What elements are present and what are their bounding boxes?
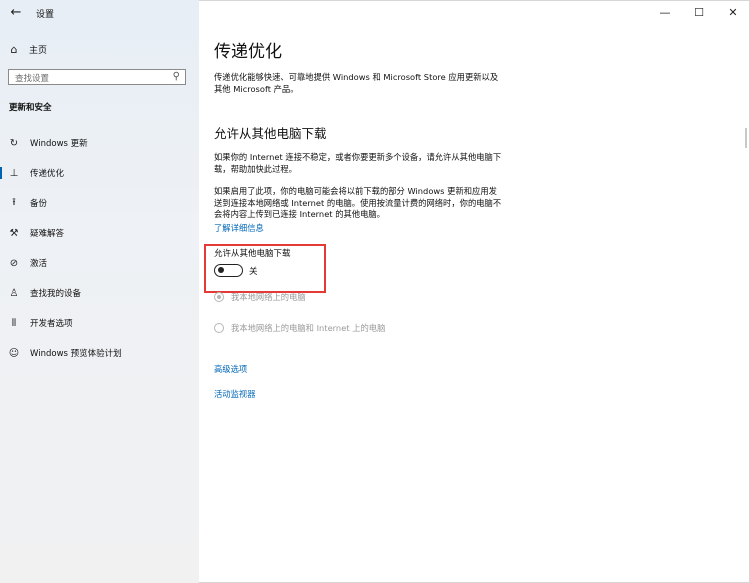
backup-icon: ⭱ bbox=[12, 196, 16, 208]
sidebar-item-delivery-optimization[interactable]: ⊥ 传递优化 bbox=[0, 162, 199, 184]
allow-downloads-toggle[interactable] bbox=[214, 264, 243, 277]
sidebar-item-label: 疑难解答 bbox=[30, 229, 65, 239]
sidebar-item-label: 查找我的设备 bbox=[30, 289, 82, 299]
sidebar-item-insider[interactable]: ☺ Windows 预览体验计划 bbox=[0, 342, 199, 364]
main-content: 传递优化 传递优化能够快速、可靠地提供 Windows 和 Microsoft … bbox=[199, 0, 750, 583]
sidebar-item-activation[interactable]: ⊘ 激活 bbox=[0, 252, 199, 274]
radio-button[interactable] bbox=[214, 323, 224, 333]
nav-home[interactable]: ⌂ 主页 bbox=[7, 41, 48, 57]
sidebar-item-label: 备份 bbox=[30, 199, 48, 209]
developer-icon: ⫴ bbox=[11, 317, 17, 329]
toggle-label: 允许从其他电脑下载 bbox=[214, 249, 291, 259]
radio-label: 我本地网络上的电脑和 Internet 上的电脑 bbox=[231, 323, 386, 333]
back-arrow-icon[interactable]: ← bbox=[8, 5, 24, 21]
sidebar: ← 设置 ⌂ 主页 查找设置 ⚲ 更新和安全 ↻ Windows 更新 ⊥ 传递… bbox=[0, 0, 199, 583]
sidebar-item-label: Windows 预览体验计划 bbox=[30, 349, 122, 359]
sidebar-item-backup[interactable]: ⭱ 备份 bbox=[0, 192, 199, 214]
radio-label: 我本地网络上的电脑 bbox=[231, 292, 306, 302]
scrollbar[interactable] bbox=[745, 128, 747, 148]
description-paragraph-2: 如果启用了此项，你的电脑可能会将以前下载的部分 Windows 更新和应用发送到… bbox=[214, 186, 502, 219]
sidebar-item-troubleshoot[interactable]: ⚒ 疑难解答 bbox=[0, 222, 199, 244]
sidebar-item-find-my-device[interactable]: ♙ 查找我的设备 bbox=[0, 282, 199, 304]
toggle-state: 关 bbox=[249, 267, 258, 277]
sidebar-item-developer[interactable]: ⫴ 开发者选项 bbox=[0, 312, 199, 334]
intro-text: 传递优化能够快速、可靠地提供 Windows 和 Microsoft Store… bbox=[214, 72, 499, 94]
search-placeholder: 查找设置 bbox=[15, 74, 50, 84]
section-heading: 更新和安全 bbox=[9, 103, 52, 113]
search-icon[interactable]: ⚲ bbox=[173, 71, 180, 82]
activation-check-icon: ⊘ bbox=[9, 257, 19, 269]
sidebar-item-label: 传递优化 bbox=[30, 169, 65, 179]
insider-icon: ☺ bbox=[8, 347, 20, 359]
sidebar-item-label: Windows 更新 bbox=[30, 139, 88, 149]
page-title: 传递优化 bbox=[214, 42, 282, 62]
activity-monitor-link[interactable]: 活动监视器 bbox=[214, 388, 256, 400]
refresh-icon: ↻ bbox=[9, 137, 19, 149]
wrench-icon: ⚒ bbox=[9, 227, 19, 239]
sidebar-item-windows-update[interactable]: ↻ Windows 更新 bbox=[0, 132, 199, 154]
titlebar: ← 设置 bbox=[0, 0, 199, 26]
sidebar-item-label: 开发者选项 bbox=[30, 319, 73, 329]
app-title: 设置 bbox=[36, 10, 55, 20]
search-input[interactable]: 查找设置 ⚲ bbox=[8, 69, 186, 85]
find-device-icon: ♙ bbox=[9, 287, 19, 299]
sidebar-item-label: 激活 bbox=[30, 259, 48, 269]
nav-home-label: 主页 bbox=[29, 45, 48, 56]
radio-local-network[interactable]: 我本地网络上的电脑 bbox=[214, 291, 306, 303]
radio-button[interactable] bbox=[214, 292, 224, 302]
toggle-knob bbox=[218, 267, 224, 273]
home-icon: ⌂ bbox=[10, 42, 18, 56]
advanced-options-link[interactable]: 高级选项 bbox=[214, 363, 247, 375]
section-title: 允许从其他电脑下载 bbox=[214, 126, 327, 141]
delivery-optimization-icon: ⊥ bbox=[9, 167, 19, 179]
radio-local-and-internet[interactable]: 我本地网络上的电脑和 Internet 上的电脑 bbox=[214, 322, 385, 334]
description-paragraph-1: 如果你的 Internet 连接不稳定，或者你要更新多个设备，请允许从其他电脑下… bbox=[214, 152, 502, 174]
learn-more-link[interactable]: 了解详细信息 bbox=[214, 222, 264, 234]
